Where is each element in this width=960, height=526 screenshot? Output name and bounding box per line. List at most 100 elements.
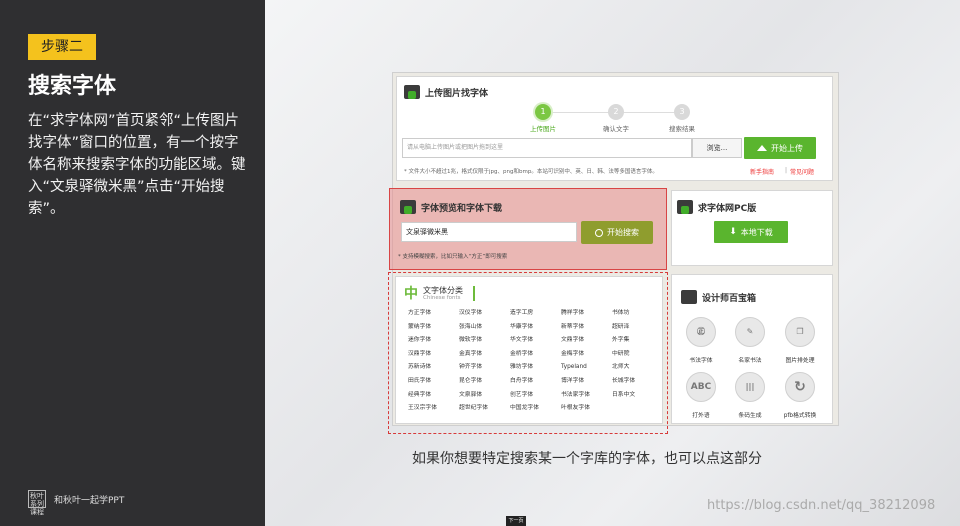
category-link[interactable]: 中国龙字体 xyxy=(510,403,561,413)
convert-icon[interactable]: ↻ xyxy=(785,372,815,402)
upload-file-input[interactable]: 请从电脑上传图片或把图片拖到这里 xyxy=(402,138,692,158)
slide-caption: 如果你想要特定搜索某一个字库的字体，也可以点这部分 xyxy=(412,451,762,467)
slide-description: 在“求字体网”首页紧邻“上传图片找字体”窗口的位置，有一个按字体名称来搜索字体的… xyxy=(28,113,246,217)
toolbox-header: 设计师百宝箱 xyxy=(681,290,756,304)
category-link[interactable]: 新蒂字体 xyxy=(561,322,612,332)
tool-label[interactable]: pfb格式转换 xyxy=(775,410,825,419)
upload-header: 上传图片找字体 xyxy=(404,85,488,99)
camera-icon xyxy=(681,290,697,304)
browse-button[interactable]: 浏览... xyxy=(692,138,742,158)
pc-header-label: 求字体网PC版 xyxy=(698,203,757,214)
category-link[interactable]: 金梅字体 xyxy=(561,349,612,359)
tool-label[interactable]: 图片排处理 xyxy=(775,355,825,364)
upload-arrow-icon xyxy=(757,145,767,151)
step-badge: 步骤二 xyxy=(28,34,96,60)
category-link[interactable]: 经典字体 xyxy=(408,390,459,400)
search-icon xyxy=(595,228,603,237)
category-link[interactable]: 金桥字体 xyxy=(510,349,561,359)
category-link[interactable]: 书法家字体 xyxy=(561,390,612,400)
category-link[interactable]: 超世纪字体 xyxy=(459,403,510,413)
watermark: https://blog.csdn.net/qq_38212098 xyxy=(707,498,936,513)
search-header: 字体预览和字体下载 xyxy=(400,200,502,214)
category-link[interactable]: 汉仪字体 xyxy=(459,308,510,318)
left-panel: 步骤二 搜索字体 在“求字体网”首页紧邻“上传图片找字体”窗口的位置，有一个按字… xyxy=(0,0,265,526)
start-search-button[interactable]: 开始搜索 xyxy=(581,221,653,244)
category-link[interactable]: 方正字体 xyxy=(408,308,459,318)
font-search-input[interactable]: 文泉驿微米黑 xyxy=(401,222,577,242)
category-link[interactable]: 田氏字体 xyxy=(408,376,459,386)
toolbox-header-label: 设计师百宝箱 xyxy=(702,293,757,304)
category-link[interactable]: 微软字体 xyxy=(459,335,510,345)
category-link[interactable]: 雅坊字体 xyxy=(510,362,561,372)
barcode-icon[interactable]: ||| xyxy=(735,372,765,402)
logo-text: 和秋叶一起学PPT xyxy=(54,495,125,506)
font-category-list: 方正字体 汉仪字体 造字工房 腾祥字体 书体坊 蒙纳字体 张海山体 华康字体 新… xyxy=(408,308,656,413)
category-link[interactable]: 张海山体 xyxy=(459,322,510,332)
step-3-circle: 3 xyxy=(674,104,690,120)
category-link[interactable]: 钟齐字体 xyxy=(459,362,510,372)
step-line xyxy=(551,112,609,113)
category-link[interactable]: 汉鼎字体 xyxy=(408,349,459,359)
step-3-label: 搜索结果 xyxy=(669,125,695,133)
upload-image-icon xyxy=(404,85,420,99)
pages-icon[interactable]: ❐ xyxy=(785,317,815,347)
category-link[interactable]: 腾祥字体 xyxy=(561,308,612,318)
category-link[interactable]: 博洋字体 xyxy=(561,376,612,386)
category-link[interactable]: 蒙纳字体 xyxy=(408,322,459,332)
pc-app-icon xyxy=(677,200,693,214)
category-link[interactable]: 外字集 xyxy=(612,335,656,345)
calligraphy-icon[interactable]: ㊣ xyxy=(686,317,716,347)
category-link[interactable]: 文鼎字体 xyxy=(561,335,612,345)
category-link[interactable]: 超研泽 xyxy=(612,322,656,332)
local-download-label: 本地下载 xyxy=(740,227,773,237)
step-1-label: 上传图片 xyxy=(530,125,556,133)
category-link[interactable]: 金真字体 xyxy=(459,349,510,359)
search-header-label: 字体预览和字体下载 xyxy=(421,203,503,214)
download-arrow-icon: ⬇ xyxy=(729,227,737,237)
chinese-char-icon: 中 xyxy=(404,286,418,302)
category-link[interactable]: 创艺字体 xyxy=(510,390,561,400)
step-1-circle: 1 xyxy=(535,104,551,120)
upload-header-label: 上传图片找字体 xyxy=(425,88,489,99)
next-page-button[interactable]: 下一页 xyxy=(506,516,526,526)
category-link[interactable]: 苏新诗体 xyxy=(408,362,459,372)
category-link[interactable]: 北师大 xyxy=(612,362,656,372)
upload-note: * 文件大小不超过1兆，格式仅限于jpg、png和bmp。本站可识别中、英、日、… xyxy=(404,169,658,175)
font-preview-icon xyxy=(400,200,416,214)
local-download-button[interactable]: ⬇ 本地下载 xyxy=(714,221,788,243)
category-link[interactable]: 王汉宗字体 xyxy=(408,403,459,413)
category-link[interactable]: 中研院 xyxy=(612,349,656,359)
category-link[interactable]: 迷你字体 xyxy=(408,335,459,345)
brush-icon[interactable]: ✎ xyxy=(735,317,765,347)
category-link[interactable]: 白舟字体 xyxy=(510,376,561,386)
category-link[interactable]: 叶根友字体 xyxy=(561,403,612,413)
category-link[interactable]: 长城字体 xyxy=(612,376,656,386)
pc-header: 求字体网PC版 xyxy=(677,200,756,214)
category-link[interactable]: 造字工房 xyxy=(510,308,561,318)
start-search-label: 开始搜索 xyxy=(607,228,639,237)
start-upload-label: 开始上传 xyxy=(771,143,803,153)
categories-subtitle: Chinese fonts xyxy=(423,295,461,301)
logo-mark: 秋叶 系列课程 xyxy=(28,490,46,516)
category-link[interactable]: 日系中文 xyxy=(612,390,656,400)
start-upload-button[interactable]: 开始上传 xyxy=(744,137,816,159)
category-link[interactable]: 文泉驿体 xyxy=(459,390,510,400)
categories-accent-bar xyxy=(473,286,475,301)
guide-link[interactable]: 新手指南 xyxy=(750,167,774,176)
category-link[interactable]: 华康字体 xyxy=(510,322,561,332)
category-link[interactable]: 书体坊 xyxy=(612,308,656,318)
tool-label[interactable]: 书法字体 xyxy=(676,355,726,364)
tool-label[interactable]: 条码生成 xyxy=(725,410,775,419)
faq-link[interactable]: 常见问题 xyxy=(790,167,814,176)
brand-logo: 秋叶 系列课程 和秋叶一起学PPT xyxy=(28,490,125,516)
step-2-label: 确认文字 xyxy=(603,125,629,133)
step-line xyxy=(623,112,675,113)
category-link[interactable]: 华文字体 xyxy=(510,335,561,345)
abc-icon[interactable]: ABC xyxy=(686,372,716,402)
tool-label[interactable]: 打外语 xyxy=(676,410,726,419)
tool-label[interactable]: 名家书法 xyxy=(725,355,775,364)
category-link[interactable]: 昆仑字体 xyxy=(459,376,510,386)
category-link[interactable]: Typeland xyxy=(561,362,612,372)
link-divider: | xyxy=(785,167,788,174)
search-hint: * 支持模糊搜索，比如只输入“方正”即可搜索 xyxy=(398,254,508,260)
